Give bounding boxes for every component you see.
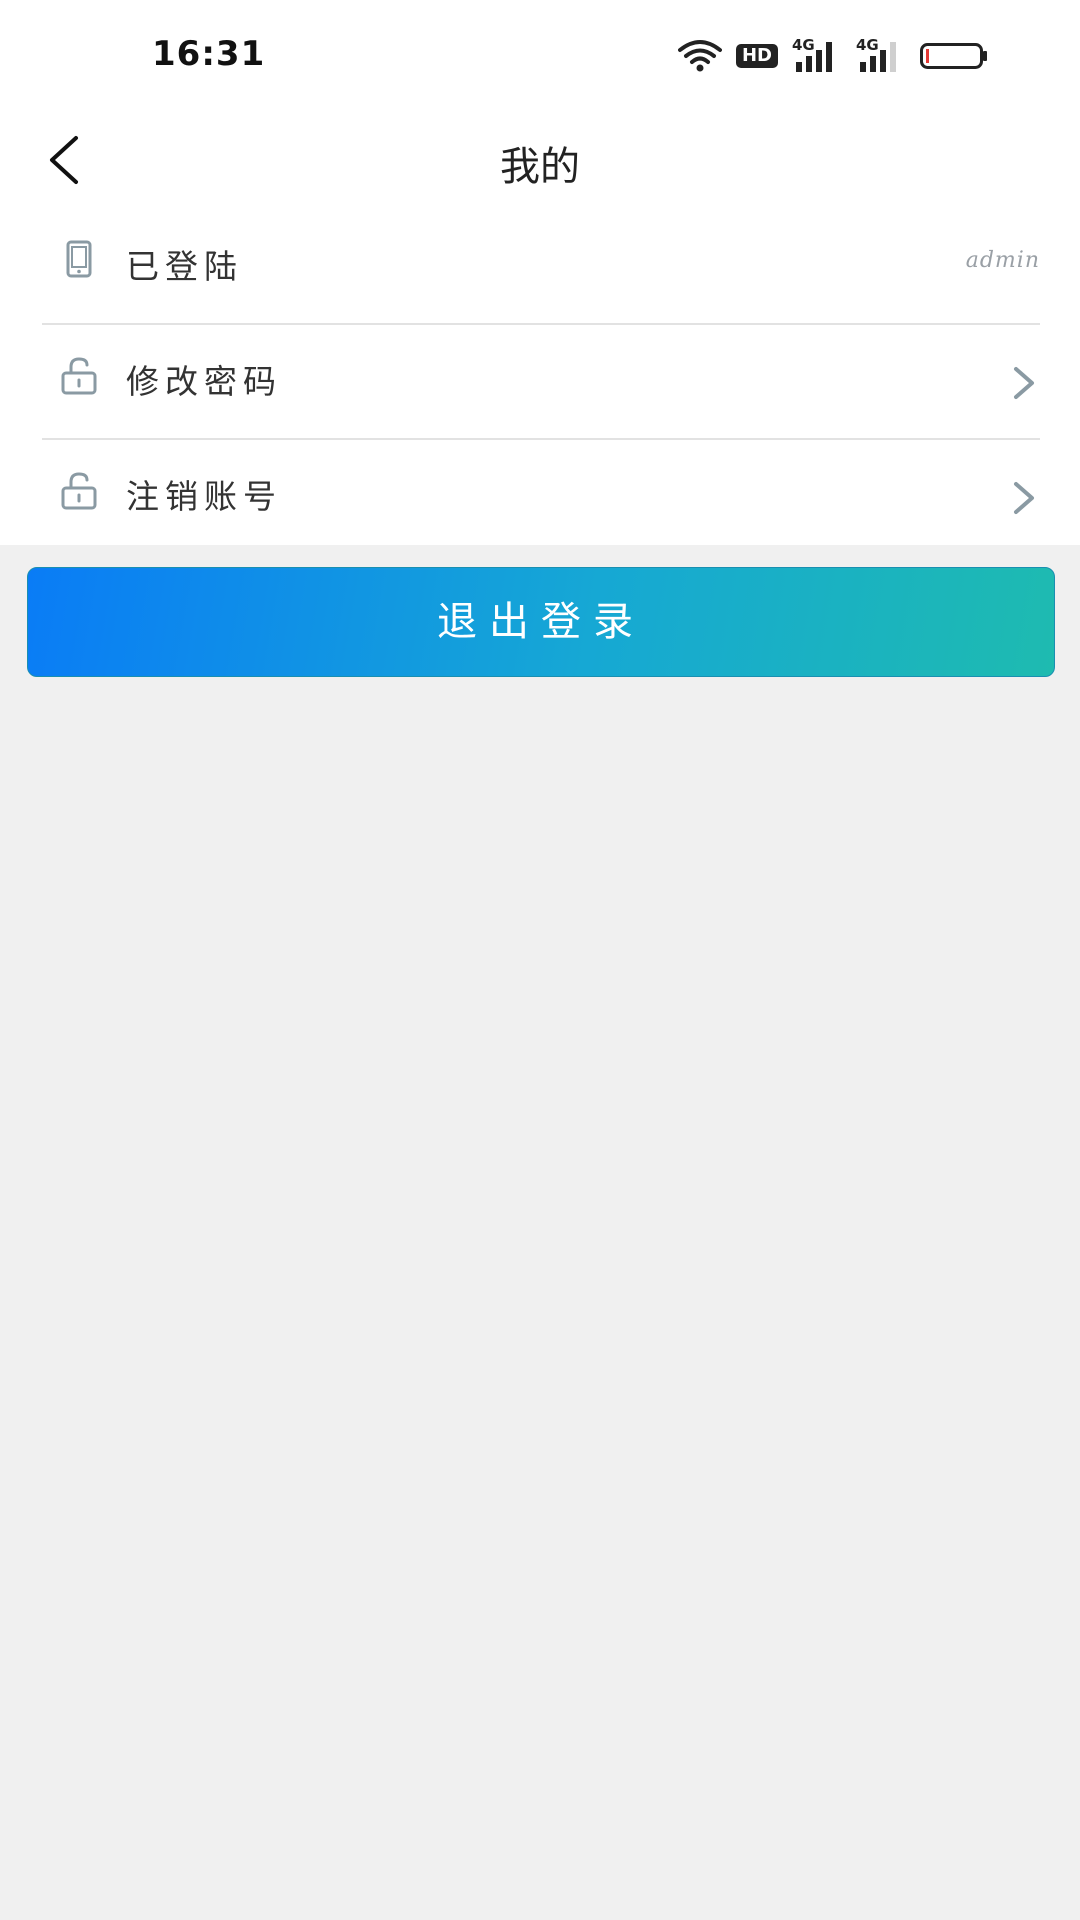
settings-list: 已登陆 admin 修改密码 注销账号 [0, 210, 1080, 545]
hd-voice-badge: HD [735, 44, 778, 68]
status-bar: 16:31 HD 4G 4G [0, 0, 1080, 110]
signal-2-icon: 4G [856, 38, 906, 74]
cancel-account-label: 注销账号 [126, 477, 282, 516]
tablet-icon [66, 240, 92, 278]
lock-icon [61, 357, 97, 395]
signal-1-icon: 4G [792, 38, 842, 74]
battery-icon [920, 43, 987, 69]
chevron-right-icon [1014, 367, 1034, 399]
logout-button[interactable]: 退出登录 [27, 567, 1055, 677]
change-password-row[interactable]: 修改密码 [42, 325, 1040, 440]
logged-in-row: 已登陆 admin [42, 210, 1040, 325]
header: 我的 [0, 110, 1080, 210]
status-icons: HD 4G 4G [664, 36, 988, 76]
chevron-right-icon [1014, 482, 1034, 514]
lock-icon [61, 472, 97, 510]
username-value: admin [965, 248, 1040, 273]
cancel-account-row[interactable]: 注销账号 [42, 440, 1040, 555]
wifi-icon [677, 40, 722, 72]
logged-in-label: 已登陆 [126, 247, 243, 286]
status-time: 16:31 [152, 34, 266, 74]
change-password-label: 修改密码 [126, 362, 282, 401]
page-title: 我的 [500, 144, 580, 190]
